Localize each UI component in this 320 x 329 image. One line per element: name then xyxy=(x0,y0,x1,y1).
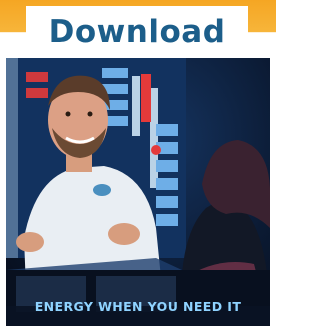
hero-caption: ENERGY WHEN YOU NEED IT xyxy=(34,299,242,314)
hero-photo: ENERGY WHEN YOU NEED IT xyxy=(6,58,270,326)
control-room-scene xyxy=(6,58,270,326)
download-button[interactable]: Download xyxy=(26,6,248,58)
